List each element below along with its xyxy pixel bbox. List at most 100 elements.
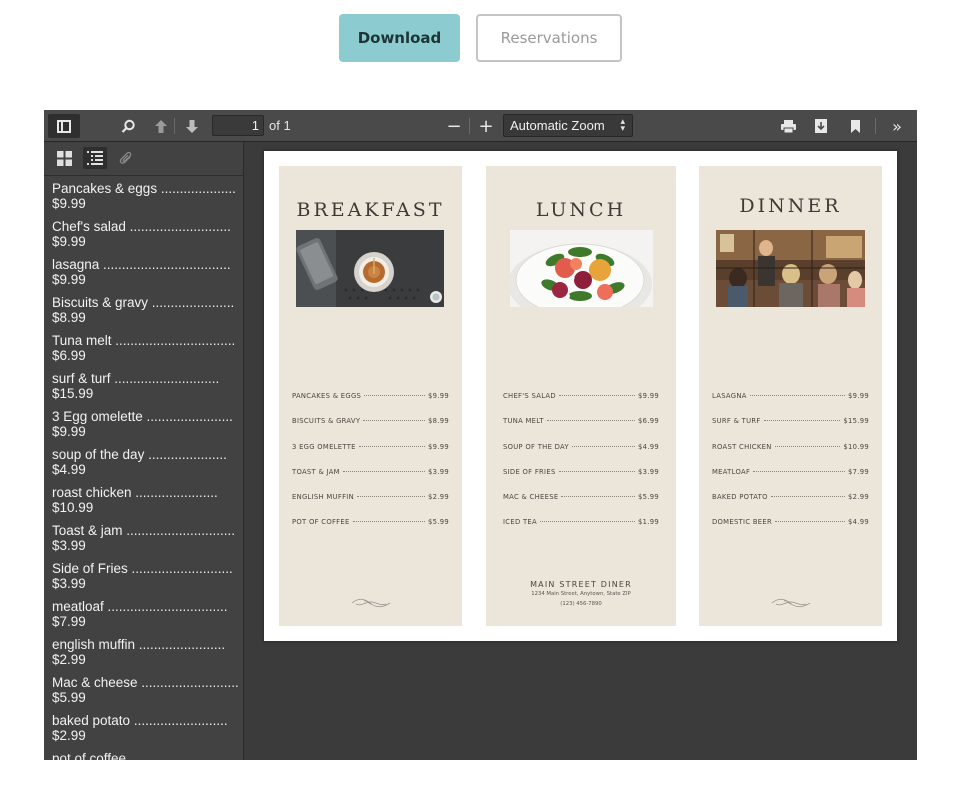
outline-item-price: $4.99 <box>52 462 86 477</box>
zoom-select[interactable]: Automatic Zoom ▴ ▾ <box>503 114 633 137</box>
menu-item-row: SURF & TURF $15.99 <box>712 417 869 442</box>
menu-item-price: $4.99 <box>848 518 869 527</box>
dot-leader <box>561 496 636 498</box>
outline-item[interactable]: pot of coffee <box>44 751 243 760</box>
print-icon[interactable] <box>776 114 800 138</box>
outline-item[interactable]: roast chicken ...................... $10.… <box>44 485 243 523</box>
breakfast-title: BREAKFAST <box>296 199 445 221</box>
dot-leader <box>753 470 846 472</box>
breakfast-menu: PANCAKES & EGGS $9.99 BISCUITS & GRAVY $8.9… <box>292 392 449 544</box>
pdf-viewer: of 1 − + Automatic Zoom ▴▾ » <box>44 110 917 760</box>
outline-item[interactable]: Tuna melt ..............................… <box>44 333 243 371</box>
dot-leader <box>571 445 636 447</box>
outline-icon[interactable] <box>83 147 107 169</box>
outline-item-label: Mac & cheese .......................... <box>52 675 239 690</box>
menu-item-price: $8.99 <box>428 417 449 426</box>
outline-item-price: $6.99 <box>52 348 86 363</box>
outline-item-price: $5.99 <box>52 690 86 705</box>
dot-leader <box>352 521 426 523</box>
chevron-updown-icon: ▴ ▾ <box>620 116 625 133</box>
outline-item[interactable]: Chef's salad ...........................… <box>44 219 243 257</box>
outline-item-label: soup of the day ..................... <box>52 447 227 462</box>
outline-item[interactable]: meatloaf ...............................… <box>44 599 243 637</box>
menu-item-name: LASAGNA <box>712 392 747 400</box>
search-icon[interactable] <box>116 114 140 138</box>
outline-item[interactable]: Side of Fries ..........................… <box>44 561 243 599</box>
outline-item-price: $10.99 <box>52 500 94 515</box>
download-button[interactable]: Download <box>339 14 460 62</box>
outline-item[interactable]: 3 Egg omelette ....................... $9… <box>44 409 243 447</box>
dot-leader <box>356 496 426 498</box>
menu-item-price: $9.99 <box>428 442 449 451</box>
download-icon[interactable] <box>809 114 833 138</box>
dinner-panel: DINNER LASAGNA $9.99 SURF & TURF $15.99 … <box>699 166 882 626</box>
menu-item-price: $1.99 <box>638 518 659 527</box>
outline-item[interactable]: lasagna ................................… <box>44 257 243 295</box>
outline-item-price: $2.99 <box>52 652 86 667</box>
dot-leader <box>763 420 841 422</box>
outline-item[interactable]: Mac & cheese .......................... $… <box>44 675 243 713</box>
dot-leader <box>363 420 426 422</box>
outline-item-label: 3 Egg omelette ....................... <box>52 409 233 424</box>
outline-item-price: $3.99 <box>52 538 86 553</box>
menu-item-name: DOMESTIC BEER <box>712 518 772 527</box>
outline-item-label: lasagna ................................… <box>52 257 231 272</box>
menu-item-row: DOMESTIC BEER $4.99 <box>712 518 869 543</box>
sidebar-toggle-icon[interactable] <box>48 114 80 138</box>
outline-item-price: $9.99 <box>52 234 86 249</box>
next-page-icon[interactable] <box>181 114 203 138</box>
outline-item[interactable]: baked potato ......................... $2… <box>44 713 243 751</box>
menu-item-name: CHEF'S SALAD <box>503 392 556 400</box>
outline-item[interactable]: Pancakes & eggs .................... $9.9… <box>44 181 243 219</box>
menu-item-row: CHEF'S SALAD $9.99 <box>503 392 659 417</box>
menu-item-name: 3 EGG OMELETTE <box>292 442 356 451</box>
outline-item[interactable]: Toast & jam ............................… <box>44 523 243 561</box>
outline-item[interactable]: soup of the day ..................... $4.… <box>44 447 243 485</box>
outline-item[interactable]: english muffin ....................... $2… <box>44 637 243 675</box>
viewer-toolbar: of 1 − + Automatic Zoom ▴▾ » <box>44 110 917 142</box>
reservations-button[interactable]: Reservations <box>476 14 622 62</box>
menu-item-price: $15.99 <box>843 417 869 426</box>
tools-icon[interactable]: » <box>884 114 910 138</box>
dot-leader <box>342 470 426 472</box>
outline-item-price: $9.99 <box>52 424 86 439</box>
outline-item-label: Tuna melt ..............................… <box>52 333 236 348</box>
menu-item-name: ENGLISH MUFFIN <box>292 493 354 502</box>
menu-item-name: BAKED POTATO <box>712 493 768 502</box>
outline-item-price: $3.99 <box>52 576 86 591</box>
sidebar-tabs <box>44 142 243 176</box>
outline-item[interactable]: surf & turf ............................… <box>44 371 243 409</box>
outline-item-label: Side of Fries ..........................… <box>52 561 233 576</box>
zoom-select-value: Automatic Zoom <box>510 118 605 133</box>
thumbnails-icon[interactable] <box>52 147 76 169</box>
bookmark-icon[interactable] <box>844 114 866 138</box>
outline-item-price: $8.99 <box>52 310 86 325</box>
menu-item-name: ICED TEA <box>503 518 537 527</box>
dot-leader <box>546 420 636 422</box>
outline-item-label: pot of coffee <box>52 751 127 760</box>
page-number-input[interactable] <box>212 115 264 136</box>
menu-item-price: $9.99 <box>428 392 449 400</box>
dot-leader <box>539 521 636 523</box>
outline-list: Pancakes & eggs .................... $9.9… <box>44 176 243 760</box>
outline-item-label: Toast & jam ............................… <box>52 523 236 538</box>
previous-page-icon[interactable] <box>150 114 172 138</box>
menu-item-price: $5.99 <box>428 518 449 527</box>
menu-item-price: $9.99 <box>848 392 869 400</box>
outline-item-price: $9.99 <box>52 196 86 211</box>
menu-item-name: MEATLOAF <box>712 467 751 476</box>
menu-item-name: BISCUITS & GRAVY <box>292 417 361 426</box>
dinner-photo <box>716 230 865 307</box>
outline-item-price: $9.99 <box>52 272 86 287</box>
outline-item[interactable]: Biscuits & gravy ...................... $… <box>44 295 243 333</box>
breakfast-panel: BREAKFAST PANCAKES & EGGS $9.99 BISCUITS… <box>279 166 462 626</box>
outline-item-label: surf & turf ............................ <box>52 371 220 386</box>
menu-item-price: $6.99 <box>638 417 659 426</box>
menu-item-row: ROAST CHICKEN $10.99 <box>712 443 869 468</box>
zoom-in-icon[interactable]: + <box>476 114 496 138</box>
dinner-menu: LASAGNA $9.99 SURF & TURF $15.99 ROAST CHICK… <box>712 392 869 544</box>
menu-item-price: $2.99 <box>428 493 449 502</box>
outline-item-label: Biscuits & gravy ...................... <box>52 295 235 310</box>
zoom-out-icon[interactable]: − <box>444 114 464 138</box>
lunch-menu: CHEF'S SALAD $9.99 TUNA MELT $6.99 SOUP OF T… <box>503 392 659 544</box>
